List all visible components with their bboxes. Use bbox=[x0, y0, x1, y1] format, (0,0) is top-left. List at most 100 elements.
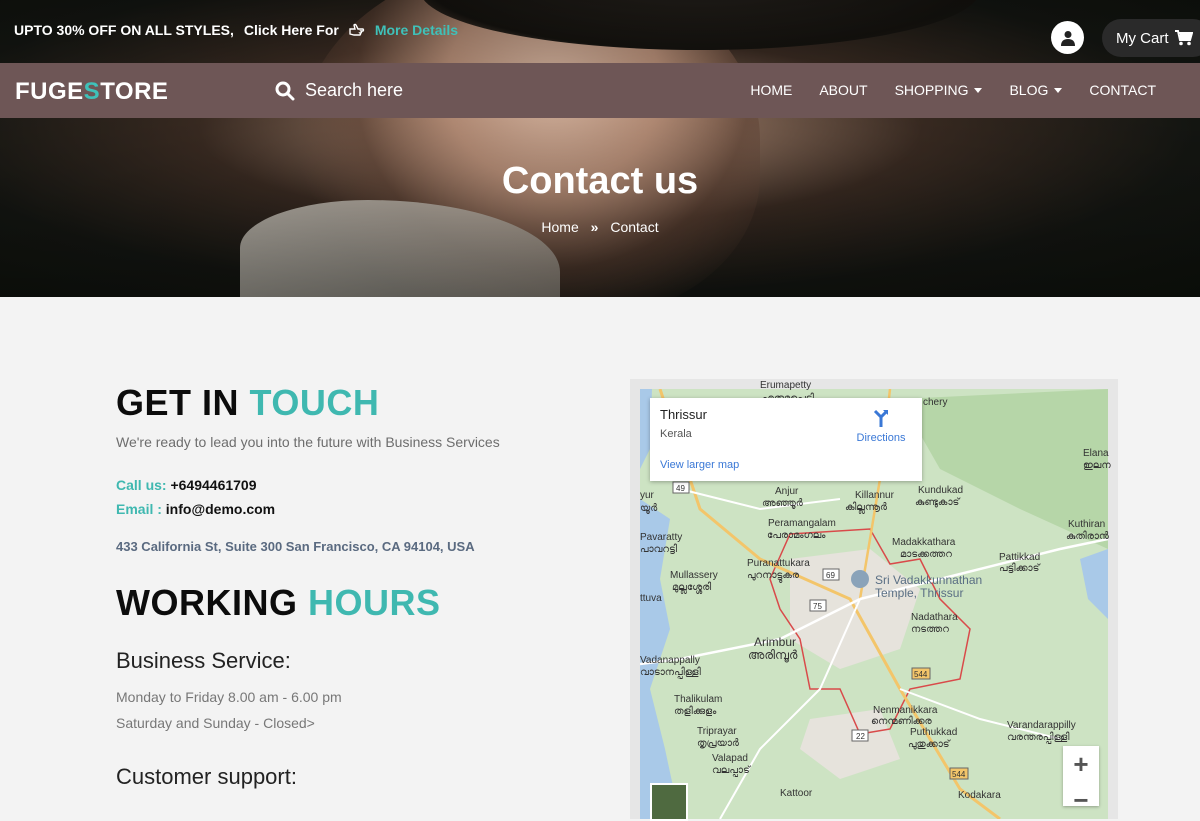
my-cart-button[interactable]: My Cart bbox=[1102, 19, 1200, 57]
route-shield: 22 bbox=[856, 732, 865, 741]
chevron-down-icon bbox=[974, 87, 983, 93]
heading-part-accent: TOUCH bbox=[249, 382, 380, 423]
map-label: വാടാനപ്പിള്ളി bbox=[640, 667, 701, 678]
map-label: Temple, Thrissur bbox=[875, 586, 964, 600]
directions-button[interactable]: Directions bbox=[846, 408, 916, 444]
map-label: Pattikkad bbox=[999, 552, 1041, 563]
phone-value[interactable]: +6494461709 bbox=[170, 477, 256, 493]
breadcrumb-current: Contact bbox=[610, 219, 659, 235]
map-label: Triprayar bbox=[697, 726, 737, 737]
map-label: തളിക്കുളം bbox=[674, 706, 717, 717]
business-hours: Monday to Friday 8.00 am - 6.00 pm Satur… bbox=[116, 684, 596, 736]
address-text: 433 California St, Suite 300 San Francis… bbox=[116, 539, 475, 554]
map-label: yur bbox=[640, 490, 654, 501]
email-value[interactable]: info@demo.com bbox=[166, 501, 275, 517]
route-shield: 49 bbox=[676, 484, 685, 493]
nav-item-home[interactable]: HOME bbox=[750, 82, 792, 98]
map-label: Puthukkad bbox=[910, 727, 958, 738]
nav-item-about[interactable]: ABOUT bbox=[819, 82, 867, 98]
map-label: chery bbox=[923, 397, 948, 408]
nav-item-contact[interactable]: CONTACT bbox=[1089, 82, 1156, 98]
hero-overlay bbox=[0, 0, 1200, 297]
map-label: Elana bbox=[1083, 448, 1109, 459]
map-label: Puranattukara bbox=[747, 558, 810, 569]
zoom-in-button[interactable]: + bbox=[1063, 746, 1099, 782]
map-label: Sri Vadakkunnathan bbox=[875, 573, 983, 587]
search-icon bbox=[275, 81, 295, 100]
route-shield: 544 bbox=[914, 670, 928, 679]
user-icon bbox=[1060, 30, 1075, 46]
map-label: Nadathara bbox=[911, 612, 958, 623]
site-logo[interactable]: FUGESTORE bbox=[15, 78, 168, 106]
double-chevron-right-icon: » bbox=[590, 219, 599, 235]
map-label: Killannur bbox=[855, 490, 894, 501]
nav-item-blog[interactable]: BLOG bbox=[1009, 82, 1063, 98]
user-account-button[interactable] bbox=[1051, 21, 1084, 54]
map-label: Arimbur bbox=[754, 635, 797, 649]
more-details-link[interactable]: More Details bbox=[375, 22, 458, 38]
map-satellite-toggle[interactable] bbox=[650, 783, 688, 821]
map-label: Vadanappally bbox=[640, 655, 700, 666]
logo-part-b: TORE bbox=[100, 78, 169, 105]
map-label: Kattoor bbox=[780, 788, 813, 799]
map-label: Thalikulam bbox=[674, 694, 723, 705]
map-label: കില്ലന്നൂർ bbox=[845, 502, 888, 513]
working-hours-heading: WORKING HOURS bbox=[116, 582, 596, 624]
map-zoom-control: + − bbox=[1063, 746, 1099, 815]
map-label: Nenmanikkara bbox=[873, 705, 938, 716]
hero-banner bbox=[0, 0, 1200, 297]
shopping-cart-icon bbox=[1174, 30, 1193, 46]
zoom-out-button[interactable]: − bbox=[1063, 782, 1099, 818]
map-label: അരിമ്പൂർ bbox=[748, 648, 798, 662]
promo-click-text[interactable]: Click Here For bbox=[244, 22, 339, 38]
search-input[interactable]: Search here bbox=[305, 80, 403, 101]
map-label: മാടക്കത്തറ bbox=[900, 549, 952, 560]
view-larger-map-link[interactable]: View larger map bbox=[660, 459, 739, 471]
route-shield: 69 bbox=[826, 571, 835, 580]
map-label: ttuva bbox=[640, 593, 662, 604]
phone-line: Call us: +6494461709 bbox=[116, 477, 596, 493]
map-label: Kundukad bbox=[918, 485, 964, 496]
map-label: ഇലന bbox=[1083, 460, 1111, 471]
map-label: Anjur bbox=[775, 486, 799, 497]
map-label: Pavaratty bbox=[640, 532, 683, 543]
map-label: പേരാമംഗലം bbox=[767, 530, 826, 541]
logo-part-accent: S bbox=[83, 78, 101, 105]
weekday-hours: Monday to Friday 8.00 am - 6.00 pm bbox=[116, 689, 342, 705]
nav-item-shopping[interactable]: SHOPPING bbox=[895, 82, 983, 98]
nav-blog-label: BLOG bbox=[1009, 82, 1049, 98]
map-label: വരന്തരപ്പിള്ളി bbox=[1007, 732, 1070, 743]
map-label: പുതുക്കാട് bbox=[908, 739, 950, 750]
promo-text: UPTO 30% OFF ON ALL STYLES, bbox=[14, 22, 234, 38]
map-label: പുറനാട്ടുകര bbox=[747, 570, 800, 581]
map-place-name: Thrissur bbox=[660, 407, 707, 422]
cart-label: My Cart bbox=[1116, 29, 1169, 47]
heading-part-accent: HOURS bbox=[308, 582, 441, 623]
map-label: മുല്ലശ്ശേരി bbox=[672, 582, 712, 593]
get-in-touch-heading: GET IN TOUCH bbox=[116, 382, 596, 424]
nav-menu: HOME ABOUT SHOPPING BLOG CONTACT bbox=[750, 82, 1156, 98]
heading-part-a: GET IN bbox=[116, 382, 240, 423]
search-bar[interactable]: Search here bbox=[275, 80, 403, 101]
business-service-title: Business Service: bbox=[116, 648, 291, 673]
breadcrumb-home[interactable]: Home bbox=[541, 219, 578, 235]
customer-support-title: Customer support: bbox=[116, 764, 297, 789]
map-place-region: Kerala bbox=[660, 428, 692, 440]
map-label: Peramangalam bbox=[768, 518, 836, 529]
email-line: Email : info@demo.com bbox=[116, 501, 596, 517]
map-label: വലപ്പാട് bbox=[712, 765, 750, 776]
map-label: കുതിരാൻ bbox=[1066, 531, 1109, 542]
breadcrumb: Home » Contact bbox=[0, 219, 1200, 235]
map-label: തൃപ്രയാർ bbox=[697, 738, 739, 749]
map-label: Madakkathara bbox=[892, 537, 956, 548]
map-label: പട്ടിക്കാട് bbox=[999, 563, 1040, 574]
map-label: അഞ്ഞൂർ bbox=[762, 498, 803, 509]
contact-info-section: GET IN TOUCH We're ready to lead you int… bbox=[116, 382, 596, 790]
map-label: Varandarappilly bbox=[1007, 720, 1076, 731]
touch-subtitle: We're ready to lead you into the future … bbox=[116, 434, 500, 450]
map-label: Mullassery bbox=[670, 570, 718, 581]
route-shield: 75 bbox=[813, 602, 822, 611]
email-label: Email : bbox=[116, 501, 162, 517]
promo-bar: UPTO 30% OFF ON ALL STYLES, Click Here F… bbox=[14, 22, 458, 38]
heading-part-a: WORKING bbox=[116, 582, 298, 623]
